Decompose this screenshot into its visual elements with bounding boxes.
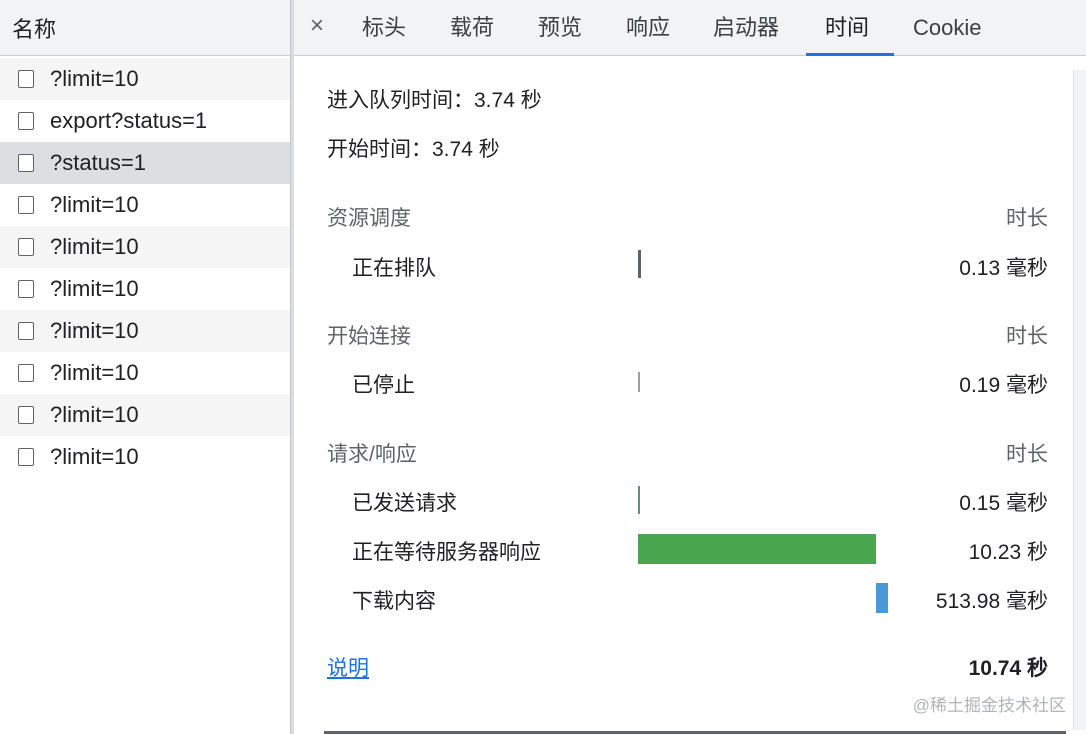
request-name: ?limit=10 bbox=[50, 234, 139, 259]
timing-value-stalled: 0.19 毫秒 bbox=[959, 374, 1048, 397]
explanation-link[interactable]: 说明 bbox=[327, 652, 369, 682]
watermark: @稀土掘金技术社区 bbox=[912, 696, 1066, 715]
request-row[interactable]: ?limit=10 bbox=[0, 352, 290, 394]
request-row[interactable]: ?limit=10 bbox=[0, 436, 290, 478]
queued-at: 进入队列时间：3.74 秒 bbox=[327, 89, 542, 112]
row-checkbox[interactable] bbox=[18, 406, 34, 424]
request-name: ?limit=10 bbox=[50, 318, 139, 343]
row-checkbox[interactable] bbox=[18, 364, 34, 382]
row-checkbox[interactable] bbox=[18, 448, 34, 466]
timing-bar-request-sent bbox=[638, 486, 640, 514]
timing-bar-waiting bbox=[638, 534, 876, 564]
tab-timing[interactable]: 时间 bbox=[825, 0, 869, 56]
request-row[interactable]: ?limit=10 bbox=[0, 226, 290, 268]
request-name: ?limit=10 bbox=[50, 66, 139, 91]
request-row[interactable]: ?limit=10 bbox=[0, 394, 290, 436]
row-checkbox[interactable] bbox=[18, 70, 34, 88]
row-checkbox[interactable] bbox=[18, 322, 34, 340]
total-duration: 10.74 秒 bbox=[968, 657, 1048, 680]
timing-bar-stalled bbox=[638, 372, 640, 392]
timing-bar-download bbox=[876, 583, 888, 613]
request-row[interactable]: ?limit=10 bbox=[0, 268, 290, 310]
vertical-scrollbar[interactable] bbox=[1073, 70, 1086, 730]
timing-label-queueing: 正在排队 bbox=[352, 257, 436, 280]
tab-cookie[interactable]: Cookie bbox=[913, 0, 981, 56]
request-name: ?limit=10 bbox=[50, 402, 139, 427]
timing-bar-queueing bbox=[638, 250, 641, 278]
request-name: ?limit=10 bbox=[50, 192, 139, 217]
row-checkbox[interactable] bbox=[18, 196, 34, 214]
row-checkbox[interactable] bbox=[18, 238, 34, 256]
tab-response[interactable]: 响应 bbox=[626, 0, 670, 56]
tab-headers[interactable]: 标头 bbox=[362, 0, 406, 56]
timing-label-request-sent: 已发送请求 bbox=[352, 492, 457, 515]
details-tabbar: × 标头 载荷 预览 响应 启动器 时间 Cookie bbox=[294, 0, 1086, 56]
request-name: ?limit=10 bbox=[50, 360, 139, 385]
request-name: export?status=1 bbox=[50, 108, 208, 133]
request-row[interactable]: ?limit=10 bbox=[0, 184, 290, 226]
section-title-scheduling: 资源调度 bbox=[327, 207, 411, 230]
request-list-panel: 名称 ?limit=10 export?status=1 ?status=1 ?… bbox=[0, 0, 290, 734]
section-title-request-response: 请求/响应 bbox=[327, 443, 417, 466]
close-icon[interactable]: × bbox=[310, 12, 324, 40]
duration-header: 时长 bbox=[1006, 325, 1048, 348]
duration-header: 时长 bbox=[1006, 207, 1048, 230]
tab-initiator[interactable]: 启动器 bbox=[713, 0, 779, 56]
request-row[interactable]: ?limit=10 bbox=[0, 58, 290, 100]
row-checkbox[interactable] bbox=[18, 280, 34, 298]
request-row-selected[interactable]: ?status=1 bbox=[0, 142, 290, 184]
request-name: ?limit=10 bbox=[50, 444, 139, 469]
name-column-header[interactable]: 名称 bbox=[0, 0, 290, 56]
request-rows: ?limit=10 export?status=1 ?status=1 ?lim… bbox=[0, 58, 290, 478]
request-name: ?limit=10 bbox=[50, 276, 139, 301]
timing-label-download: 下载内容 bbox=[352, 590, 436, 613]
request-row[interactable]: export?status=1 bbox=[0, 100, 290, 142]
timing-value-request-sent: 0.15 毫秒 bbox=[959, 492, 1048, 515]
tab-payload[interactable]: 载荷 bbox=[450, 0, 494, 56]
timing-value-queueing: 0.13 毫秒 bbox=[959, 257, 1048, 280]
row-checkbox[interactable] bbox=[18, 112, 34, 130]
duration-header: 时长 bbox=[1006, 443, 1048, 466]
request-row[interactable]: ?limit=10 bbox=[0, 310, 290, 352]
section-title-connection: 开始连接 bbox=[327, 325, 411, 348]
timing-label-stalled: 已停止 bbox=[352, 374, 415, 397]
timing-label-waiting: 正在等待服务器响应 bbox=[352, 541, 541, 564]
started-at: 开始时间：3.74 秒 bbox=[327, 138, 500, 161]
timing-value-waiting: 10.23 秒 bbox=[968, 541, 1048, 564]
details-panel: × 标头 载荷 预览 响应 启动器 时间 Cookie 进入队列时间：3.74 … bbox=[294, 0, 1086, 734]
timing-value-download: 513.98 毫秒 bbox=[935, 590, 1048, 613]
row-checkbox[interactable] bbox=[18, 154, 34, 172]
request-name: ?status=1 bbox=[50, 150, 147, 175]
timing-content: 进入队列时间：3.74 秒 开始时间：3.74 秒 资源调度 时长 正在排队 0… bbox=[294, 56, 1086, 734]
tab-preview[interactable]: 预览 bbox=[538, 0, 582, 56]
